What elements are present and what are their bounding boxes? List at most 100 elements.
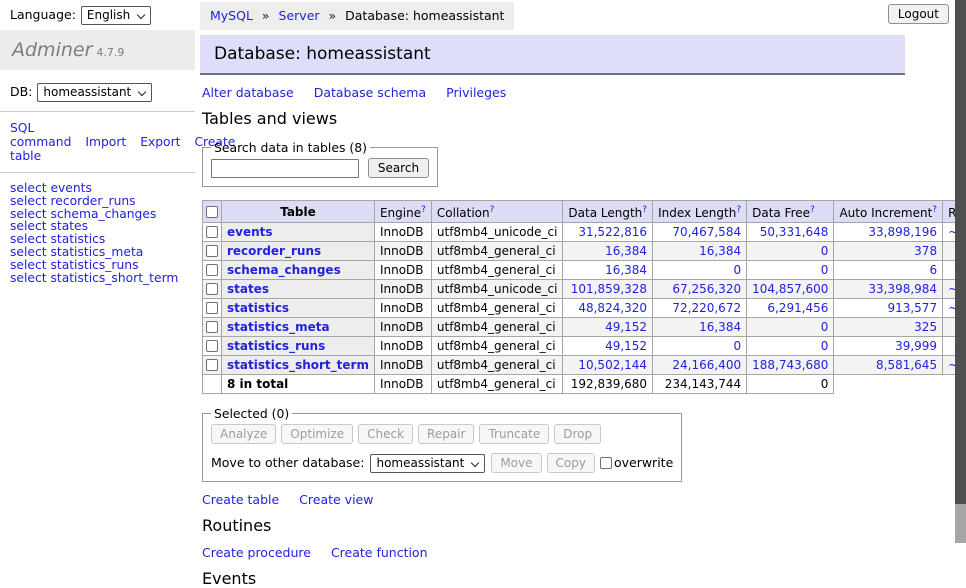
index-length-link[interactable]: 0: [733, 263, 741, 277]
engine-cell: InnoDB: [374, 280, 431, 299]
index-length-link[interactable]: 67,256,320: [672, 282, 741, 296]
search-input[interactable]: [211, 159, 359, 178]
auto-increment-cell: 39,999: [834, 337, 943, 356]
index-length-cell: 16,384: [653, 318, 747, 337]
column-header-label: Data Length: [568, 206, 642, 220]
row-checkbox-statistics[interactable]: [206, 302, 218, 314]
overwrite-checkbox[interactable]: [600, 457, 612, 469]
row-checkbox-statistics-short-term[interactable]: [206, 359, 218, 371]
data-length-link[interactable]: 49,152: [605, 320, 647, 334]
index-length-link[interactable]: 16,384: [699, 320, 741, 334]
breadcrumb: MySQL » Server » Database: homeassistant: [200, 2, 514, 30]
table-name-link-states[interactable]: states: [227, 282, 269, 296]
data-free-link[interactable]: 6,291,456: [767, 301, 828, 315]
data-length-link[interactable]: 16,384: [605, 244, 647, 258]
auto-increment-link[interactable]: 6: [929, 263, 937, 277]
breadcrumb-link-mysql[interactable]: MySQL: [210, 8, 253, 23]
row-checkbox-schema-changes[interactable]: [206, 264, 218, 276]
auto-increment-cell: 33,898,196: [834, 223, 943, 242]
table-name-link-events[interactable]: events: [227, 225, 273, 239]
data-length-link[interactable]: 31,522,816: [578, 225, 647, 239]
logout-button[interactable]: Logout: [888, 4, 949, 24]
data-length-link[interactable]: 48,824,320: [578, 301, 647, 315]
auto-increment-link[interactable]: 33,398,984: [868, 282, 937, 296]
selected-buttons-row: AnalyzeOptimizeCheckRepairTruncateDrop: [211, 424, 673, 444]
database-action-database-schema[interactable]: Database schema: [314, 85, 426, 100]
language-select[interactable]: English: [81, 6, 151, 25]
auto-increment-link[interactable]: 8,581,645: [876, 358, 937, 372]
auto-increment-link[interactable]: 325: [914, 320, 937, 334]
database-action-privileges[interactable]: Privileges: [446, 85, 506, 100]
table-name-link-statistics-meta[interactable]: statistics_meta: [227, 320, 330, 334]
sidebar-action-export[interactable]: Export: [140, 135, 180, 149]
column-header-index-length: Index Length?: [653, 201, 747, 223]
index-length-link[interactable]: 72,220,672: [672, 301, 741, 315]
database-action-alter-database[interactable]: Alter database: [202, 85, 294, 100]
table-name-link-recorder-runs[interactable]: recorder_runs: [227, 244, 321, 258]
row-checkbox-statistics-runs[interactable]: [206, 340, 218, 352]
help-link[interactable]: ?: [642, 205, 647, 215]
search-button[interactable]: Search: [368, 158, 429, 178]
row-checkbox-states[interactable]: [206, 283, 218, 295]
help-link[interactable]: ?: [932, 205, 937, 215]
auto-increment-link[interactable]: 378: [914, 244, 937, 258]
data-free-cell: 0: [747, 318, 834, 337]
auto-increment-link[interactable]: 913,577: [887, 301, 937, 315]
table-row: schema_changesInnoDButf8mb4_general_ci16…: [203, 261, 966, 280]
table-row: statistics_runsInnoDButf8mb4_general_ci4…: [203, 337, 966, 356]
help-link[interactable]: ?: [810, 205, 815, 215]
table-name-cell: statistics: [222, 299, 375, 318]
language-label: Language:: [10, 7, 76, 22]
sidebar-action-sql-command[interactable]: SQL command: [10, 121, 71, 149]
db-select[interactable]: homeassistant: [37, 83, 152, 102]
sidebar-action-import[interactable]: Import: [85, 135, 126, 149]
data-length-cell: 16,384: [563, 242, 653, 261]
help-link[interactable]: ?: [421, 205, 426, 215]
data-length-link[interactable]: 101,859,328: [571, 282, 647, 296]
help-link[interactable]: ?: [736, 205, 741, 215]
move-db-select[interactable]: homeassistant: [370, 454, 485, 473]
data-free-link[interactable]: 0: [821, 339, 829, 353]
data-free-link[interactable]: 0: [821, 244, 829, 258]
bottom-action-create-table[interactable]: Create table: [202, 492, 279, 507]
data-free-link[interactable]: 0: [821, 263, 829, 277]
index-length-link[interactable]: 0: [733, 339, 741, 353]
vertical-scrollbar-track[interactable]: [955, 0, 966, 543]
table-name-link-statistics[interactable]: statistics: [227, 301, 289, 315]
sidebar-select-link-statistics-short-term[interactable]: select: [10, 271, 47, 285]
move-buttons: MoveCopy: [491, 455, 600, 470]
routine-action-create-procedure[interactable]: Create procedure: [202, 545, 311, 560]
table-name-cell: statistics_meta: [222, 318, 375, 337]
auto-increment-link[interactable]: 39,999: [895, 339, 937, 353]
routine-action-create-function[interactable]: Create function: [331, 545, 428, 560]
data-free-link[interactable]: 50,331,648: [760, 225, 829, 239]
row-checkbox-recorder-runs[interactable]: [206, 245, 218, 257]
bottom-action-create-view[interactable]: Create view: [299, 492, 373, 507]
data-free-link[interactable]: 188,743,680: [752, 358, 828, 372]
table-name-link-statistics-runs[interactable]: statistics_runs: [227, 339, 325, 353]
row-checkbox-events[interactable]: [206, 226, 218, 238]
select-all-checkbox[interactable]: [206, 206, 218, 218]
sidebar-table-link-statistics-short-term[interactable]: statistics_short_term: [50, 271, 178, 285]
breadcrumb-link-server[interactable]: Server: [279, 8, 320, 23]
data-free-link[interactable]: 0: [821, 320, 829, 334]
data-free-link[interactable]: 104,857,600: [752, 282, 828, 296]
auto-increment-link[interactable]: 33,898,196: [868, 225, 937, 239]
data-length-link[interactable]: 49,152: [605, 339, 647, 353]
row-checkbox-statistics-meta[interactable]: [206, 321, 218, 333]
index-length-link[interactable]: 24,166,400: [672, 358, 741, 372]
index-length-link[interactable]: 70,467,584: [672, 225, 741, 239]
index-length-cell: 24,166,400: [653, 356, 747, 375]
vertical-scrollbar-thumb[interactable]: [955, 0, 966, 504]
totals-row: 8 in totalInnoDButf8mb4_general_ci192,83…: [203, 375, 966, 394]
data-length-link[interactable]: 16,384: [605, 263, 647, 277]
data-length-cell: 10,502,144: [563, 356, 653, 375]
data-length-link[interactable]: 10,502,144: [578, 358, 647, 372]
table-name-link-schema-changes[interactable]: schema_changes: [227, 263, 341, 277]
tables-list-header: TableEngine?Collation?Data Length?Index …: [203, 201, 966, 223]
index-length-link[interactable]: 16,384: [699, 244, 741, 258]
data-length-cell: 101,859,328: [563, 280, 653, 299]
table-name-link-statistics-short-term[interactable]: statistics_short_term: [227, 358, 369, 372]
help-link[interactable]: ?: [490, 205, 495, 215]
search-fieldset: Search data in tables (8) Search: [202, 140, 438, 187]
